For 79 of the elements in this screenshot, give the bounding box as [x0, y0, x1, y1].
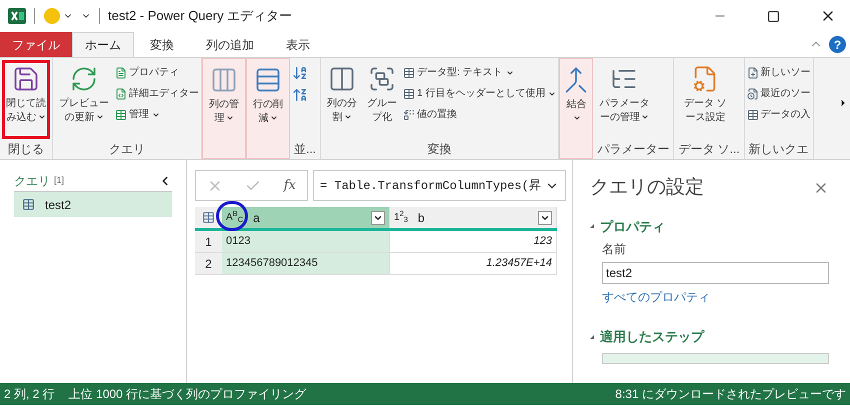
app-logo-icon	[8, 8, 26, 24]
table-icon	[746, 108, 759, 120]
formula-field[interactable]: = Table.TransformColumnTypes(昇	[313, 170, 566, 201]
new-document-icon	[746, 66, 759, 78]
ribbon-tab[interactable]: ファイル	[0, 32, 72, 57]
column-name: b	[418, 210, 426, 226]
ribbon-button[interactable]: 閉じて読み込む	[2, 60, 50, 139]
ribbon-tab[interactable]: 表示	[270, 32, 326, 57]
filter-icon[interactable]	[371, 210, 385, 224]
function-button[interactable]: fx	[284, 176, 296, 196]
ribbon-button[interactable]: 結合	[562, 61, 590, 138]
window-title: test2 - Power Query エディター	[108, 7, 292, 26]
ribbon-button[interactable]: グループ化	[363, 60, 402, 139]
document-icon	[115, 66, 127, 78]
ribbon-button[interactable]: 行の削減	[249, 61, 287, 138]
ribbon-tab[interactable]: 列の追加	[190, 32, 270, 57]
group-label: 新しいクエ	[748, 141, 809, 158]
query-item[interactable]: test2	[14, 192, 172, 217]
group-label: 閉じる	[8, 141, 44, 158]
columns-icon	[210, 66, 238, 94]
replace-icon	[403, 108, 416, 120]
row-number: 2	[195, 253, 222, 274]
clock-document-icon	[746, 88, 759, 100]
ribbon-button[interactable]: 管理	[115, 104, 199, 125]
ribbon-button[interactable]: 詳細エディター	[115, 83, 199, 104]
query-count: [1]	[54, 174, 64, 188]
table-icon	[115, 108, 127, 120]
column-name: a	[253, 210, 261, 226]
field-label: 名前	[602, 241, 627, 258]
ribbon-button[interactable]: データの入	[746, 104, 811, 125]
maximize-icon[interactable]	[767, 10, 780, 22]
table-icon	[403, 66, 416, 78]
ribbon-button[interactable]: 列の管理	[205, 61, 243, 138]
sort-ascending-icon	[292, 65, 308, 81]
code-document-icon	[115, 88, 127, 100]
table-menu-icon[interactable]	[202, 211, 215, 224]
group-label: クエリ	[109, 141, 145, 158]
settings-title: クエリの設定	[590, 176, 705, 200]
status-text: 2 列, 2 行	[4, 386, 55, 403]
sort-descending-icon	[292, 87, 308, 103]
split-columns-icon	[328, 65, 356, 93]
group-label: パラメーター	[597, 141, 670, 158]
status-text: 8:31 にダウンロードされたプレビューです	[615, 386, 846, 403]
rows-icon	[254, 66, 282, 94]
group-label: 変換	[428, 141, 452, 158]
table-icon	[22, 198, 35, 211]
name-field[interactable]: test2	[602, 262, 829, 284]
row-number: 1	[195, 231, 222, 252]
save-icon	[12, 65, 40, 93]
filter-icon[interactable]	[538, 210, 552, 224]
ribbon-button[interactable]: 値の置換	[403, 104, 556, 125]
section-heading: プロパティ	[600, 218, 665, 236]
ribbon-button[interactable]: 列の分割	[323, 60, 362, 139]
group-label: データ ソ...	[678, 141, 740, 158]
refresh-icon	[70, 65, 98, 93]
table-cell: 0123	[222, 231, 390, 252]
status-text: 上位 1000 行に基づく列のプロファイリング	[68, 386, 306, 403]
ribbon-button[interactable]: パラメーターの管理	[595, 60, 654, 139]
table-icon	[403, 88, 416, 100]
table-cell: 1.23457E+14	[390, 253, 557, 274]
ribbon-tab[interactable]: 変換	[134, 32, 190, 57]
ribbon-button[interactable]: 新しいソー	[746, 62, 811, 83]
table-cell: 123456789012345	[222, 253, 390, 274]
help-button[interactable]: ?	[829, 36, 846, 53]
ribbon-button[interactable]: 1 行目をヘッダーとして使用	[403, 83, 556, 104]
group-icon	[368, 65, 396, 93]
ribbon-tab[interactable]: ホーム	[72, 32, 134, 57]
ribbon-button[interactable]: データ ソース設定	[676, 60, 734, 139]
ribbon-button[interactable]: プレビューの更新	[55, 60, 113, 139]
ribbon-button[interactable]: プロパティ	[115, 62, 199, 83]
group-label: 並...	[294, 141, 316, 158]
table-cell: 123	[390, 231, 557, 252]
expanded-triangle-icon	[590, 334, 594, 339]
ribbon-button[interactable]: 最近のソー	[746, 83, 811, 104]
pane-title: クエリ	[14, 173, 50, 190]
ribbon-button[interactable]: データ型: テキスト	[403, 62, 556, 83]
section-heading: 適用したステップ	[600, 328, 704, 346]
all-properties-link[interactable]: すべてのプロパティ	[602, 290, 710, 304]
expanded-triangle-icon	[590, 224, 594, 228]
